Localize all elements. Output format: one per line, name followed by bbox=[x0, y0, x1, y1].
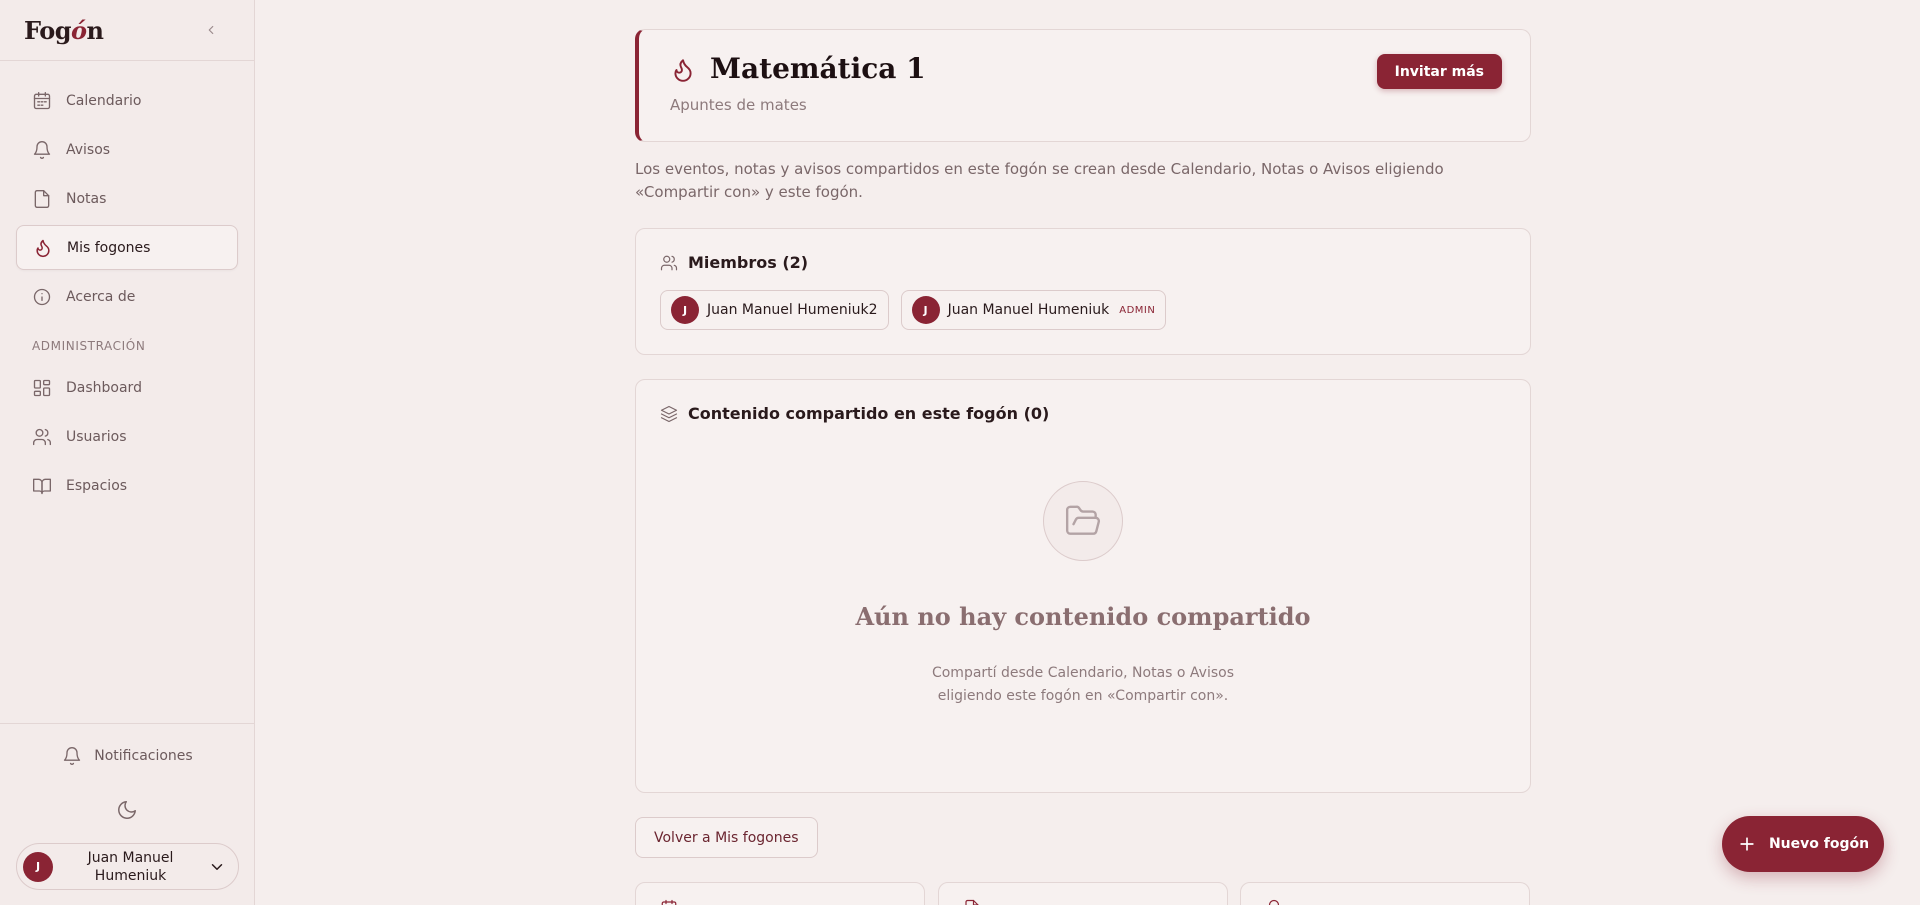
members-title: Miembros (2) bbox=[660, 253, 808, 272]
app-logo[interactable]: Fogón bbox=[24, 16, 104, 45]
bell-icon bbox=[1268, 899, 1280, 905]
empty-state-title: Aún no hay contenido compartido bbox=[855, 602, 1311, 631]
empty-state-icon bbox=[1043, 481, 1123, 561]
fogon-header-card: Matemática 1 Apuntes de mates Invitar má… bbox=[635, 29, 1531, 142]
flame-icon bbox=[36, 239, 50, 257]
plus-icon bbox=[1740, 837, 1754, 851]
users-icon bbox=[33, 428, 51, 445]
members-card: Miembros (2) J Juan Manuel Humeniuk2 J J… bbox=[635, 228, 1531, 355]
invite-more-button[interactable]: Invitar más bbox=[1376, 54, 1502, 89]
member-chip[interactable]: J Juan Manuel Humeniuk2 bbox=[660, 290, 889, 330]
new-fogon-label: Nuevo fogón bbox=[1768, 836, 1870, 852]
sidebar-item-label: Calendario bbox=[66, 92, 142, 109]
file-icon bbox=[965, 899, 979, 905]
member-name: Juan Manuel Humeniuk bbox=[947, 302, 1110, 318]
sidebar-item-mis-fogones[interactable]: Mis fogones bbox=[16, 225, 238, 270]
quick-link-card-avisos[interactable] bbox=[1240, 882, 1530, 905]
flame-icon bbox=[674, 59, 692, 82]
users-icon bbox=[660, 255, 678, 270]
sidebar-item-notas[interactable]: Notas bbox=[16, 176, 238, 221]
chevron-left-icon bbox=[208, 25, 214, 35]
sidebar-item-label: Acerca de bbox=[66, 288, 136, 305]
quick-link-card-notes[interactable] bbox=[938, 882, 1228, 905]
member-name: Juan Manuel Humeniuk2 bbox=[707, 302, 878, 318]
admin-badge: ADMIN bbox=[1119, 304, 1156, 316]
sidebar-item-dashboard[interactable]: Dashboard bbox=[16, 365, 238, 410]
file-icon bbox=[34, 189, 50, 208]
sidebar-item-usuarios[interactable]: Usuarios bbox=[16, 414, 238, 459]
empty-state-line: eligiendo este fogón en «Compartir con». bbox=[937, 688, 1229, 704]
shared-content-title: Contenido compartido en este fogón (0) bbox=[660, 404, 1049, 423]
sidebar-item-label: Mis fogones bbox=[67, 239, 151, 256]
calendar-icon bbox=[661, 899, 677, 905]
member-chip[interactable]: J Juan Manuel Humeniuk ADMIN bbox=[900, 290, 1167, 330]
bell-icon bbox=[64, 747, 81, 765]
user-name: Juan Manuel Humeniuk bbox=[87, 849, 174, 884]
back-to-my-fogones-button[interactable]: Volver a Mis fogones bbox=[635, 817, 818, 858]
sidebar-footer: Notificaciones J Juan Manuel Humeniuk bbox=[0, 723, 255, 905]
sidebar-item-espacios[interactable]: Espacios bbox=[16, 463, 238, 508]
info-icon bbox=[33, 288, 51, 305]
sidebar-item-acerca-de[interactable]: Acerca de bbox=[16, 274, 238, 319]
sidebar-nav: Calendario Avisos Notas Mis fogones Acer… bbox=[0, 61, 254, 508]
layers-icon bbox=[660, 405, 678, 422]
folder-open-icon bbox=[1065, 505, 1100, 535]
sidebar-header: Fogón bbox=[0, 0, 254, 61]
calendar-icon bbox=[33, 91, 51, 109]
page-title: Matemática 1 bbox=[710, 52, 926, 85]
info-text: Los eventos, notas y avisos compartidos … bbox=[635, 160, 1444, 201]
avatar: J bbox=[671, 296, 699, 324]
empty-state-text: Compartí desde Calendario, Notas o Aviso… bbox=[636, 662, 1530, 708]
book-icon bbox=[33, 478, 51, 494]
chevron-down-icon bbox=[211, 863, 223, 870]
shared-content-title-label: Contenido compartido en este fogón (0) bbox=[688, 404, 1050, 423]
members-list: J Juan Manuel Humeniuk2 J Juan Manuel Hu… bbox=[660, 290, 1167, 330]
bell-icon bbox=[33, 140, 51, 159]
sidebar-item-label: Avisos bbox=[66, 141, 111, 158]
sidebar-item-label: Usuarios bbox=[66, 428, 127, 445]
empty-state-line: Compartí desde Calendario, Notas o Aviso… bbox=[931, 665, 1235, 681]
sidebar-item-calendario[interactable]: Calendario bbox=[16, 78, 238, 123]
sidebar-item-label: Dashboard bbox=[66, 379, 142, 396]
page-subtitle: Apuntes de mates bbox=[670, 96, 807, 114]
collapse-sidebar-button[interactable] bbox=[202, 21, 220, 39]
sidebar-item-label: Espacios bbox=[66, 477, 128, 494]
admin-section-label: ADMINISTRACIÓN bbox=[32, 339, 146, 353]
avatar: J bbox=[911, 296, 940, 324]
sidebar-item-label: Notas bbox=[66, 190, 107, 207]
theme-toggle-button[interactable] bbox=[116, 799, 138, 821]
notifications-label: Notificaciones bbox=[94, 748, 193, 764]
dashboard-icon bbox=[33, 379, 51, 396]
moon-icon bbox=[118, 801, 136, 819]
quick-link-card-calendar[interactable] bbox=[635, 882, 925, 905]
sidebar-item-avisos[interactable]: Avisos bbox=[16, 127, 238, 172]
shared-content-card: Contenido compartido en este fogón (0) A… bbox=[635, 379, 1531, 793]
user-menu-button[interactable]: J Juan Manuel Humeniuk bbox=[16, 843, 239, 890]
new-fogon-button[interactable]: Nuevo fogón bbox=[1722, 816, 1884, 872]
sidebar: Fogón Calendario Avisos Notas Mis fogone… bbox=[0, 0, 255, 905]
avatar: J bbox=[23, 851, 53, 882]
notifications-button[interactable]: Notificaciones bbox=[0, 746, 255, 766]
members-title-label: Miembros (2) bbox=[688, 253, 809, 272]
